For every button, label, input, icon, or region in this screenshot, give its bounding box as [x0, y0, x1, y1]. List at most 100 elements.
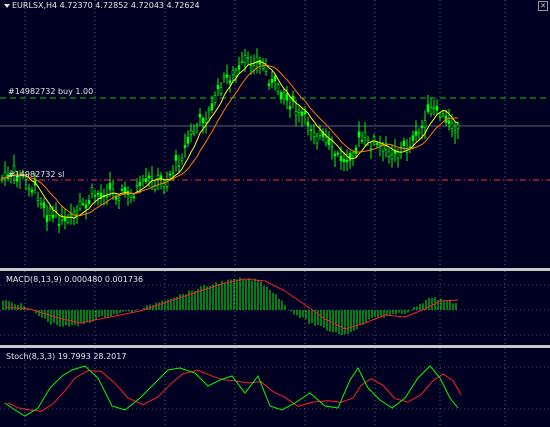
- candle-body: [39, 203, 43, 205]
- candle-body: [141, 178, 145, 181]
- candle-body: [315, 135, 319, 144]
- candle-body: [225, 74, 229, 78]
- candle-body: [279, 92, 283, 100]
- candle-body: [144, 178, 148, 183]
- candle-body: [159, 175, 163, 179]
- price-chart-pane[interactable]: EURLSX,H4 4.72370 4.72852 4.72043 4.7262…: [0, 0, 550, 268]
- candle-body: [402, 140, 406, 147]
- candle-body: [30, 189, 34, 193]
- candle-body: [414, 131, 418, 136]
- candle-body: [171, 171, 175, 174]
- candle-body: [387, 151, 391, 157]
- candle-body: [147, 175, 151, 179]
- candle-body: [84, 204, 88, 209]
- candle-body: [42, 202, 46, 209]
- candle-body: [45, 215, 49, 222]
- candle-body: [228, 80, 232, 84]
- candle-body: [240, 61, 244, 63]
- candle-body: [186, 136, 190, 144]
- candle-body: [93, 195, 97, 197]
- candle-body: [363, 132, 367, 138]
- candle-body: [231, 70, 235, 75]
- candle-body: [132, 196, 136, 199]
- candle-body: [336, 152, 340, 155]
- candle-body: [258, 59, 262, 65]
- macd-label: MACD(8,13,9) 0.000480 0.001736: [6, 275, 144, 284]
- candle-body: [450, 122, 454, 129]
- candle-body: [288, 106, 292, 110]
- candle-body: [201, 117, 205, 124]
- candle-body: [276, 84, 280, 92]
- candle-body: [177, 165, 181, 168]
- candle-body: [447, 120, 451, 125]
- symbol-dropdown-icon[interactable]: [4, 4, 10, 8]
- candle-body: [78, 200, 82, 209]
- candle-body: [3, 171, 7, 179]
- candle-body: [411, 135, 415, 141]
- candle-body: [309, 129, 313, 132]
- candle-body: [207, 108, 211, 111]
- candle-body: [366, 138, 370, 142]
- price-chart-canvas[interactable]: [0, 0, 550, 268]
- candle-body: [369, 148, 373, 150]
- candle-body: [210, 103, 214, 111]
- candle-body: [120, 189, 124, 191]
- candle-body: [135, 185, 139, 188]
- candle-body: [456, 124, 460, 129]
- candle-body: [180, 157, 184, 161]
- candle-body: [357, 131, 361, 138]
- candle-body: [330, 146, 334, 149]
- candle-body: [327, 138, 331, 145]
- candle-body: [66, 217, 70, 223]
- candle-body: [264, 65, 268, 72]
- candle-body: [219, 87, 223, 94]
- candle-body: [348, 153, 352, 161]
- stochastic-label: Stoch(8,3,3) 19.7993 28.2017: [6, 352, 127, 361]
- candle-body: [90, 187, 94, 194]
- close-chart-button[interactable]: ✕: [538, 1, 548, 11]
- candle-body: [48, 208, 52, 216]
- candle-body: [189, 130, 193, 135]
- candle-body: [156, 175, 160, 180]
- candle-body: [426, 104, 430, 112]
- candle-body: [174, 155, 178, 161]
- candle-body: [282, 92, 286, 99]
- candle-body: [87, 200, 91, 204]
- candle-body: [237, 65, 241, 70]
- candle-body: [423, 120, 427, 128]
- candle-body: [345, 159, 349, 163]
- candle-body: [36, 197, 40, 201]
- candle-body: [96, 192, 100, 195]
- stochastic-signal-line: [7, 369, 462, 412]
- candle-body: [51, 214, 55, 219]
- stochastic-pane[interactable]: Stoch(8,3,3) 19.7993 28.2017: [0, 348, 550, 427]
- candle-body: [294, 111, 298, 116]
- candle-body: [234, 70, 238, 77]
- candle-body: [429, 107, 433, 115]
- candle-body: [354, 147, 358, 155]
- candle-body: [204, 118, 208, 123]
- candle-body: [417, 131, 421, 135]
- candle-body: [150, 176, 154, 179]
- candle-body: [306, 121, 310, 127]
- candle-body: [162, 183, 166, 187]
- candle-body: [183, 145, 187, 148]
- stochastic-main-line: [4, 365, 459, 417]
- candle-body: [453, 129, 457, 134]
- candle-body: [243, 55, 247, 63]
- candle-body: [195, 124, 199, 127]
- candle-body: [117, 197, 121, 201]
- candle-body: [192, 130, 196, 134]
- candle-body: [168, 173, 172, 176]
- candle-body: [378, 143, 382, 146]
- candle-body: [312, 132, 316, 137]
- candle-body: [285, 93, 289, 101]
- candle-body: [396, 151, 400, 159]
- candle-body: [375, 142, 379, 145]
- candle-body: [216, 84, 220, 89]
- macd-pane[interactable]: MACD(8,13,9) 0.000480 0.001736: [0, 271, 550, 345]
- candle-body: [267, 83, 271, 86]
- candle-body: [432, 106, 436, 109]
- candle-body: [138, 181, 142, 186]
- candle-body: [438, 115, 442, 118]
